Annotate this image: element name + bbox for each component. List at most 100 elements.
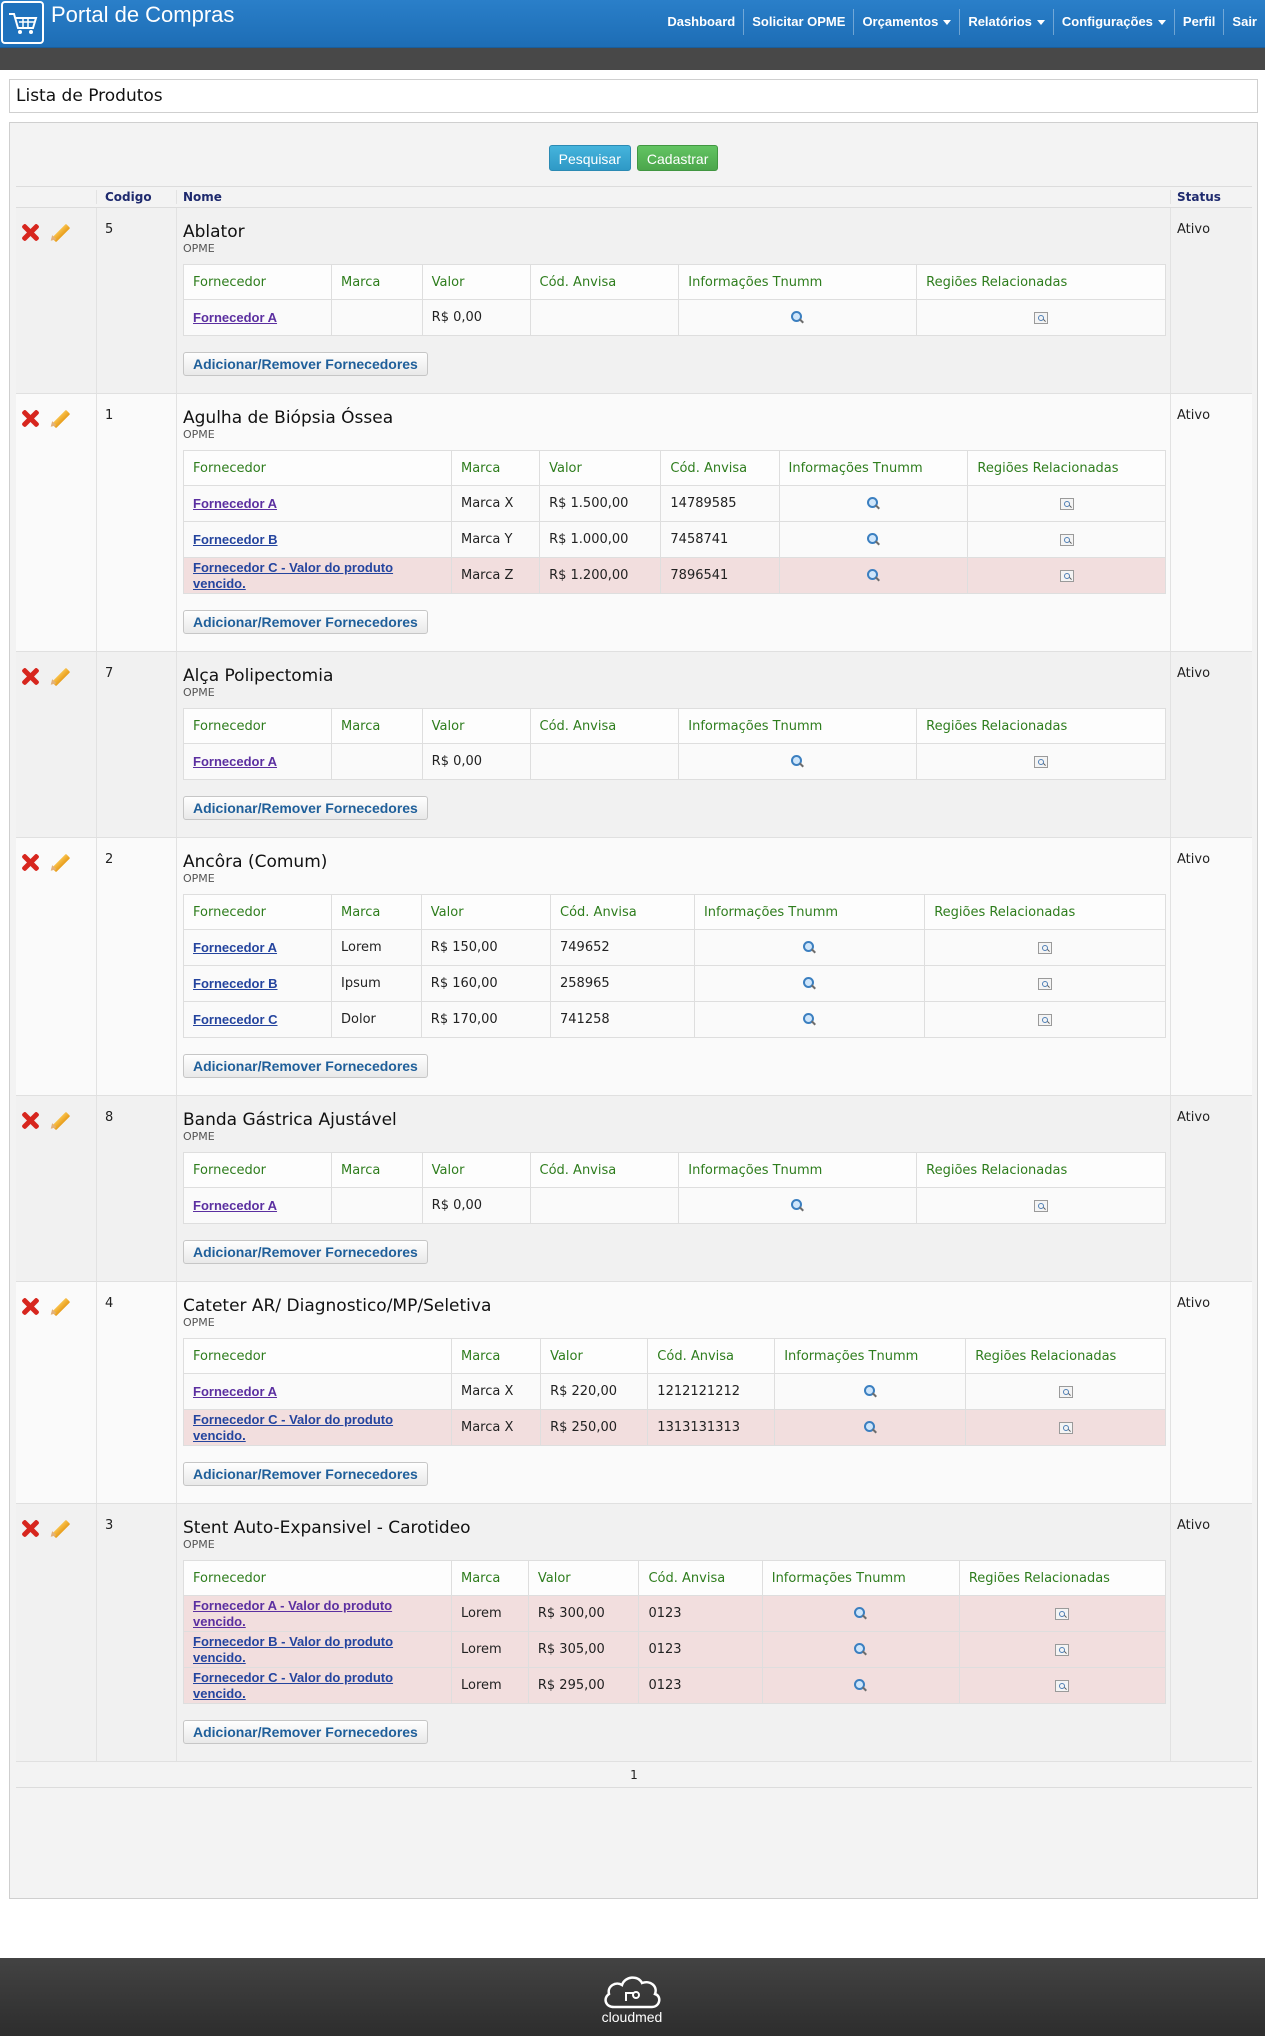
add-remove-suppliers-button[interactable]: Adicionar/Remover Fornecedores xyxy=(183,1240,428,1264)
document-search-icon[interactable] xyxy=(1034,311,1049,324)
magnifier-icon[interactable] xyxy=(866,569,880,582)
document-search-icon[interactable] xyxy=(1059,533,1074,546)
app-title[interactable]: Portal de Compras xyxy=(51,2,234,28)
supplier-table: Fornecedor Marca Valor Cód. Anvisa Informaçõ… xyxy=(183,1560,1167,1704)
delete-x-icon[interactable] xyxy=(20,666,40,686)
supplier-anvisa: 258965 xyxy=(550,965,695,1002)
document-search-icon[interactable] xyxy=(1059,569,1074,582)
product-actions xyxy=(16,208,96,393)
nav-item-2[interactable]: Orçamentos xyxy=(853,9,959,35)
nav-item-5[interactable]: Perfil xyxy=(1173,9,1224,35)
supplier-link[interactable]: Fornecedor B xyxy=(193,532,278,547)
add-remove-suppliers-button[interactable]: Adicionar/Remover Fornecedores xyxy=(183,1720,428,1744)
magnifier-icon[interactable] xyxy=(803,977,816,990)
magnifier-icon[interactable] xyxy=(791,1199,804,1212)
supplier-table-header: Fornecedor Marca Valor Cód. Anvisa Informaçõ… xyxy=(183,450,1166,486)
delete-x-icon[interactable] xyxy=(20,1110,40,1130)
product-name-cell: Cateter AR/ Diagnostico/MP/Seletiva OPME F… xyxy=(176,1282,1170,1503)
nav-item-0[interactable]: Dashboard xyxy=(659,9,743,35)
product-code: 1 xyxy=(96,394,176,651)
document-search-icon[interactable] xyxy=(1055,1643,1070,1656)
pencil-edit-icon[interactable] xyxy=(49,1110,71,1130)
magnifier-icon[interactable] xyxy=(854,1643,867,1656)
document-search-icon[interactable] xyxy=(1034,755,1049,768)
supplier-link[interactable]: Fornecedor A xyxy=(193,496,277,511)
add-remove-suppliers-button[interactable]: Adicionar/Remover Fornecedores xyxy=(183,796,428,820)
supplier-link[interactable]: Fornecedor C - Valor do produto vencido. xyxy=(193,1412,393,1443)
delete-x-icon[interactable] xyxy=(20,852,40,872)
supplier-link[interactable]: Fornecedor C - Valor do produto vencido. xyxy=(193,1670,393,1701)
supplier-anvisa: 7896541 xyxy=(660,557,780,594)
nav-item-1[interactable]: Solicitar OPME xyxy=(743,9,853,35)
document-search-icon[interactable] xyxy=(1038,1013,1053,1026)
supplier-name-cell: Fornecedor B xyxy=(183,965,332,1002)
product-code: 4 xyxy=(96,1282,176,1503)
name-column-header[interactable]: Nome xyxy=(176,190,1170,204)
nav-item-6[interactable]: Sair xyxy=(1223,9,1265,35)
magnifier-icon[interactable] xyxy=(803,1013,816,1026)
document-search-icon[interactable] xyxy=(1055,1679,1070,1692)
magnifier-icon[interactable] xyxy=(791,755,804,768)
document-search-icon[interactable] xyxy=(1058,1421,1073,1434)
magnifier-icon[interactable] xyxy=(791,311,804,324)
product-actions xyxy=(16,838,96,1095)
supplier-link[interactable]: Fornecedor A - Valor do produto vencido. xyxy=(193,1598,392,1629)
magnifier-icon[interactable] xyxy=(854,1607,867,1620)
document-search-icon[interactable] xyxy=(1038,977,1053,990)
pencil-edit-icon[interactable] xyxy=(49,852,71,872)
pencil-edit-icon[interactable] xyxy=(49,222,71,242)
document-search-icon[interactable] xyxy=(1034,1199,1049,1212)
supplier-link[interactable]: Fornecedor C xyxy=(193,1012,278,1027)
add-remove-suppliers-button[interactable]: Adicionar/Remover Fornecedores xyxy=(183,1462,428,1486)
action-icons xyxy=(16,852,96,872)
pencil-edit-icon[interactable] xyxy=(49,666,71,686)
magnifier-icon[interactable] xyxy=(854,1679,867,1692)
regions-cell xyxy=(924,1001,1166,1038)
supplier-brand: Lorem xyxy=(451,1631,529,1668)
status-column-header[interactable]: Status xyxy=(1170,190,1252,204)
supplier-anvisa xyxy=(529,299,680,336)
delete-x-icon[interactable] xyxy=(20,408,40,428)
search-button[interactable]: Pesquisar xyxy=(548,145,631,171)
app-logo[interactable] xyxy=(1,1,44,44)
document-search-icon[interactable] xyxy=(1059,497,1074,510)
regions-cell xyxy=(958,1595,1167,1632)
pencil-edit-icon[interactable] xyxy=(49,1296,71,1316)
add-remove-suppliers-button[interactable]: Adicionar/Remover Fornecedores xyxy=(183,610,428,634)
add-remove-suppliers-button[interactable]: Adicionar/Remover Fornecedores xyxy=(183,1054,428,1078)
delete-x-icon[interactable] xyxy=(20,1518,40,1538)
page-number[interactable]: 1 xyxy=(630,1768,638,1782)
pencil-edit-icon[interactable] xyxy=(49,1518,71,1538)
supplier-link[interactable]: Fornecedor A xyxy=(193,310,277,325)
page-title: Lista de Produtos xyxy=(9,79,1258,113)
supplier-link[interactable]: Fornecedor A xyxy=(193,754,277,769)
supplier-column-header: Regiões Relacionadas xyxy=(916,708,1166,744)
magnifier-icon[interactable] xyxy=(803,941,816,954)
supplier-link[interactable]: Fornecedor B xyxy=(193,976,278,991)
supplier-link[interactable]: Fornecedor A xyxy=(193,1384,277,1399)
document-search-icon[interactable] xyxy=(1038,941,1053,954)
supplier-link[interactable]: Fornecedor B - Valor do produto vencido. xyxy=(193,1634,393,1665)
supplier-link[interactable]: Fornecedor A xyxy=(193,940,277,955)
nav-item-4[interactable]: Configurações xyxy=(1052,9,1174,35)
document-search-icon[interactable] xyxy=(1058,1385,1073,1398)
code-column-header[interactable]: Codigo xyxy=(96,190,176,204)
delete-x-icon[interactable] xyxy=(20,222,40,242)
regions-cell xyxy=(916,1187,1166,1224)
supplier-link[interactable]: Fornecedor A xyxy=(193,1198,277,1213)
register-button[interactable]: Cadastrar xyxy=(636,145,719,171)
delete-x-icon[interactable] xyxy=(20,1296,40,1316)
magnifier-icon[interactable] xyxy=(863,1421,877,1434)
supplier-table: Fornecedor Marca Valor Cód. Anvisa Informaçõ… xyxy=(183,1338,1166,1446)
nav-item-3[interactable]: Relatórios xyxy=(959,9,1053,35)
supplier-link[interactable]: Fornecedor C - Valor do produto vencido. xyxy=(193,560,393,591)
magnifier-icon[interactable] xyxy=(866,497,880,510)
product-category: OPME xyxy=(183,242,215,255)
magnifier-icon[interactable] xyxy=(863,1385,877,1398)
regions-cell xyxy=(965,1373,1166,1410)
pencil-edit-icon[interactable] xyxy=(49,408,71,428)
product-actions xyxy=(16,1282,96,1503)
document-search-icon[interactable] xyxy=(1055,1607,1070,1620)
magnifier-icon[interactable] xyxy=(866,533,880,546)
add-remove-suppliers-button[interactable]: Adicionar/Remover Fornecedores xyxy=(183,352,428,376)
